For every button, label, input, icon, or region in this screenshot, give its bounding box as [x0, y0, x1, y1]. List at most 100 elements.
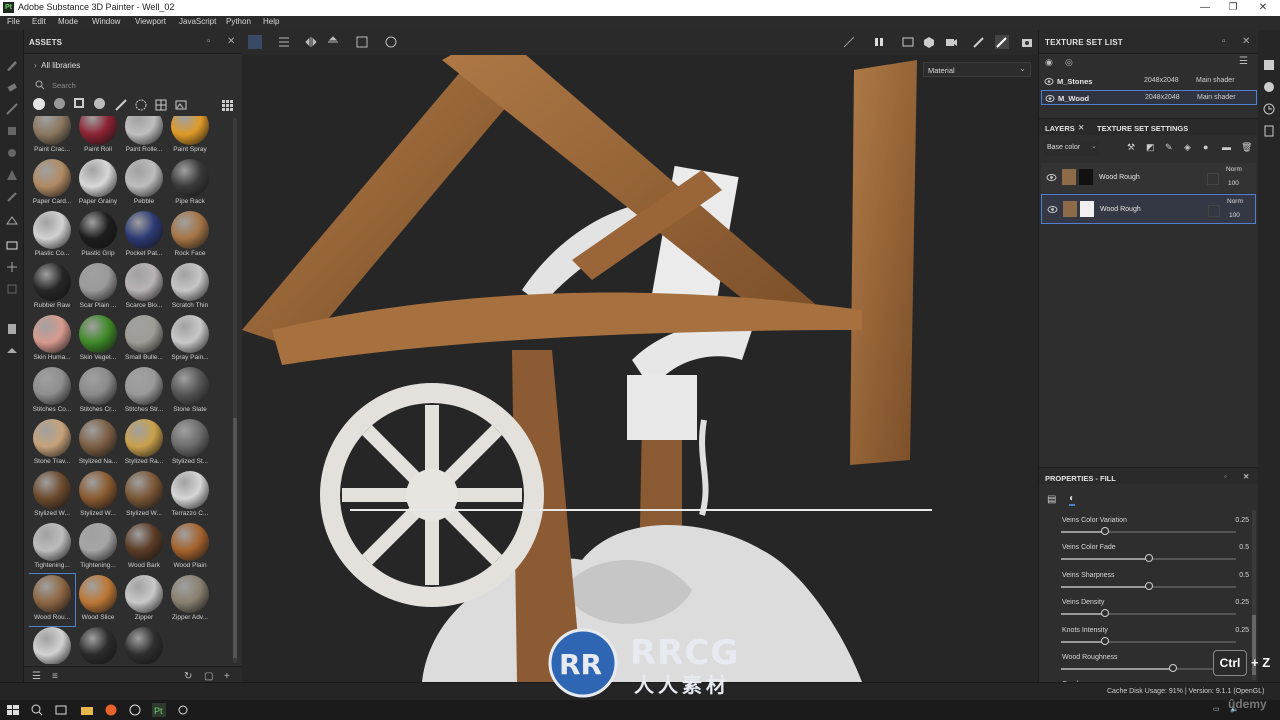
pause-icon[interactable] [872, 35, 886, 49]
asset-item[interactable]: Zipper Tape [121, 626, 167, 664]
add-fill-layer-icon[interactable]: ◈ [1184, 142, 1191, 153]
visibility-icon[interactable]: ◉ [1045, 57, 1053, 68]
reset-view-icon[interactable] [384, 35, 398, 49]
asset-item[interactable]: Plastic Grip [75, 210, 121, 262]
menu-file[interactable]: File [7, 17, 20, 26]
asset-item[interactable]: Stylized Ra... [121, 418, 167, 470]
screenshot-icon[interactable] [1020, 35, 1034, 49]
filter-particles-icon[interactable] [134, 98, 148, 112]
solo-icon[interactable]: ◎ [1065, 57, 1073, 68]
texture-set-row[interactable]: M_Stones 2048x2048 Main shader [1041, 74, 1257, 89]
preset-list-icon[interactable]: ≡ [52, 671, 58, 682]
slider-track[interactable] [1061, 664, 1236, 672]
slider-handle[interactable] [1144, 554, 1153, 563]
refresh-icon[interactable]: ↻ [184, 671, 192, 682]
layer-effects-box[interactable] [1207, 173, 1219, 185]
texture-set-menu-icon[interactable]: ☰ [1239, 56, 1248, 67]
slider-handle[interactable] [1144, 581, 1153, 590]
slider-track[interactable] [1061, 636, 1236, 645]
history-icon[interactable] [1262, 102, 1276, 116]
close-tab-icon[interactable]: ✕ [1078, 123, 1084, 132]
assets-scrollbar-thumb[interactable] [233, 418, 237, 658]
eye-icon[interactable] [1045, 94, 1055, 103]
asset-item[interactable]: Pipe Rack [167, 158, 213, 210]
slider-handle[interactable] [1169, 664, 1177, 672]
texture-set-panel-icon[interactable] [1262, 58, 1276, 72]
asset-item[interactable]: Tightening... [29, 522, 75, 574]
mesh-icon[interactable] [922, 35, 936, 49]
asset-item[interactable]: Scarce Blo... [121, 262, 167, 314]
shelf-icon[interactable] [5, 344, 19, 358]
menu-viewport[interactable]: Viewport [135, 17, 166, 26]
asset-item[interactable]: Wood Plain [167, 522, 213, 574]
filter-procedurals-icon[interactable] [94, 98, 105, 109]
frame-icon[interactable] [355, 35, 369, 49]
mirror-y-icon[interactable] [326, 35, 340, 49]
grid-view-icon[interactable] [220, 98, 234, 112]
asset-item[interactable]: Zipper Adv... [167, 574, 213, 626]
float-panel-icon[interactable]: ▫ [1224, 472, 1227, 481]
export-icon[interactable] [5, 322, 19, 336]
asset-item[interactable]: Pebble [121, 158, 167, 210]
list-view-icon[interactable]: ☰ [32, 671, 41, 682]
asset-item[interactable]: Skin Veget... [75, 314, 121, 366]
projection-icon[interactable] [5, 102, 19, 116]
settings-icon[interactable] [176, 703, 190, 717]
asset-item[interactable]: Paper Grainy [75, 158, 121, 210]
asset-item[interactable]: Stitches Cr... [75, 366, 121, 418]
layer-item[interactable]: Wood Rough Norm 100 [1041, 163, 1256, 193]
asset-item[interactable]: Skin Huma... [29, 314, 75, 366]
asset-item[interactable]: Spray Pain... [167, 314, 213, 366]
layer-item-selected[interactable]: Wood Rough Norm 100 [1041, 194, 1256, 224]
close-window-button[interactable]: ✕ [1248, 1, 1278, 14]
slider-value[interactable]: 0.5 [1219, 572, 1249, 579]
layer-effects-box[interactable] [1208, 205, 1220, 217]
tab-texture-set-settings[interactable]: TEXTURE SET SETTINGS [1097, 124, 1188, 133]
channel-select[interactable]: Base color ⌄ [1044, 141, 1099, 156]
asset-item[interactable]: Stylized Na... [75, 418, 121, 470]
eye-icon[interactable] [1047, 205, 1058, 214]
filter-smart-materials-icon[interactable] [54, 98, 65, 109]
delete-layer-icon[interactable]: 🗑 [1241, 142, 1252, 153]
clone-icon[interactable] [5, 168, 19, 182]
firefox-icon[interactable] [104, 703, 118, 717]
file-explorer-icon[interactable] [80, 703, 94, 717]
brush-mode-icon[interactable] [995, 35, 1009, 49]
library-tree[interactable]: › All libraries [34, 61, 80, 70]
asset-item[interactable]: Wood Bark [121, 522, 167, 574]
asset-item[interactable]: Terrazzo C... [167, 470, 213, 522]
float-panel-icon[interactable]: ▫ [207, 36, 211, 47]
asset-item[interactable]: Paint Crac... [29, 116, 75, 158]
filter-environments-icon[interactable] [174, 98, 188, 112]
asset-item[interactable]: Zipper [121, 574, 167, 626]
bake-icon[interactable] [5, 238, 19, 252]
asset-item[interactable]: Paint Spray [167, 116, 213, 158]
menu-javascript[interactable]: JavaScript [179, 17, 216, 26]
tray-battery-icon[interactable]: ▭ [1213, 705, 1220, 713]
asset-item[interactable]: Stylized W... [75, 470, 121, 522]
windows-start-icon[interactable] [6, 703, 20, 717]
material-icon[interactable]: ◐ [1069, 493, 1076, 506]
slider-value[interactable]: 0.5 [1219, 544, 1249, 551]
layer-blend-mode[interactable]: Norm [1227, 198, 1243, 205]
eye-icon[interactable] [1046, 173, 1057, 182]
slider-handle[interactable] [1100, 609, 1109, 618]
polygon-fill-icon[interactable] [5, 214, 19, 228]
symmetry-icon[interactable] [5, 260, 19, 274]
asset-item[interactable]: Stylized W... [29, 470, 75, 522]
slider-track[interactable] [1061, 527, 1236, 535]
hide-icon[interactable] [842, 35, 856, 49]
assets-scrollbar[interactable] [233, 118, 237, 663]
property-slider[interactable]: Knots Intensity 0.25 [1059, 627, 1254, 653]
camera-icon[interactable] [944, 35, 958, 49]
grid-2d-icon[interactable] [248, 35, 262, 49]
import-icon[interactable]: ▢ [204, 671, 213, 682]
add-folder-icon[interactable]: ▬ [1222, 142, 1231, 152]
menu-window[interactable]: Window [92, 17, 120, 26]
smudge-icon[interactable] [5, 146, 19, 160]
asset-item[interactable]: Paint Rolle... [121, 116, 167, 158]
paint-brush-icon[interactable] [5, 58, 19, 72]
selection-icon[interactable] [901, 35, 915, 49]
slider-value[interactable]: 0.25 [1219, 627, 1249, 634]
property-slider[interactable]: Veins Color Fade 0.5 [1059, 544, 1254, 570]
